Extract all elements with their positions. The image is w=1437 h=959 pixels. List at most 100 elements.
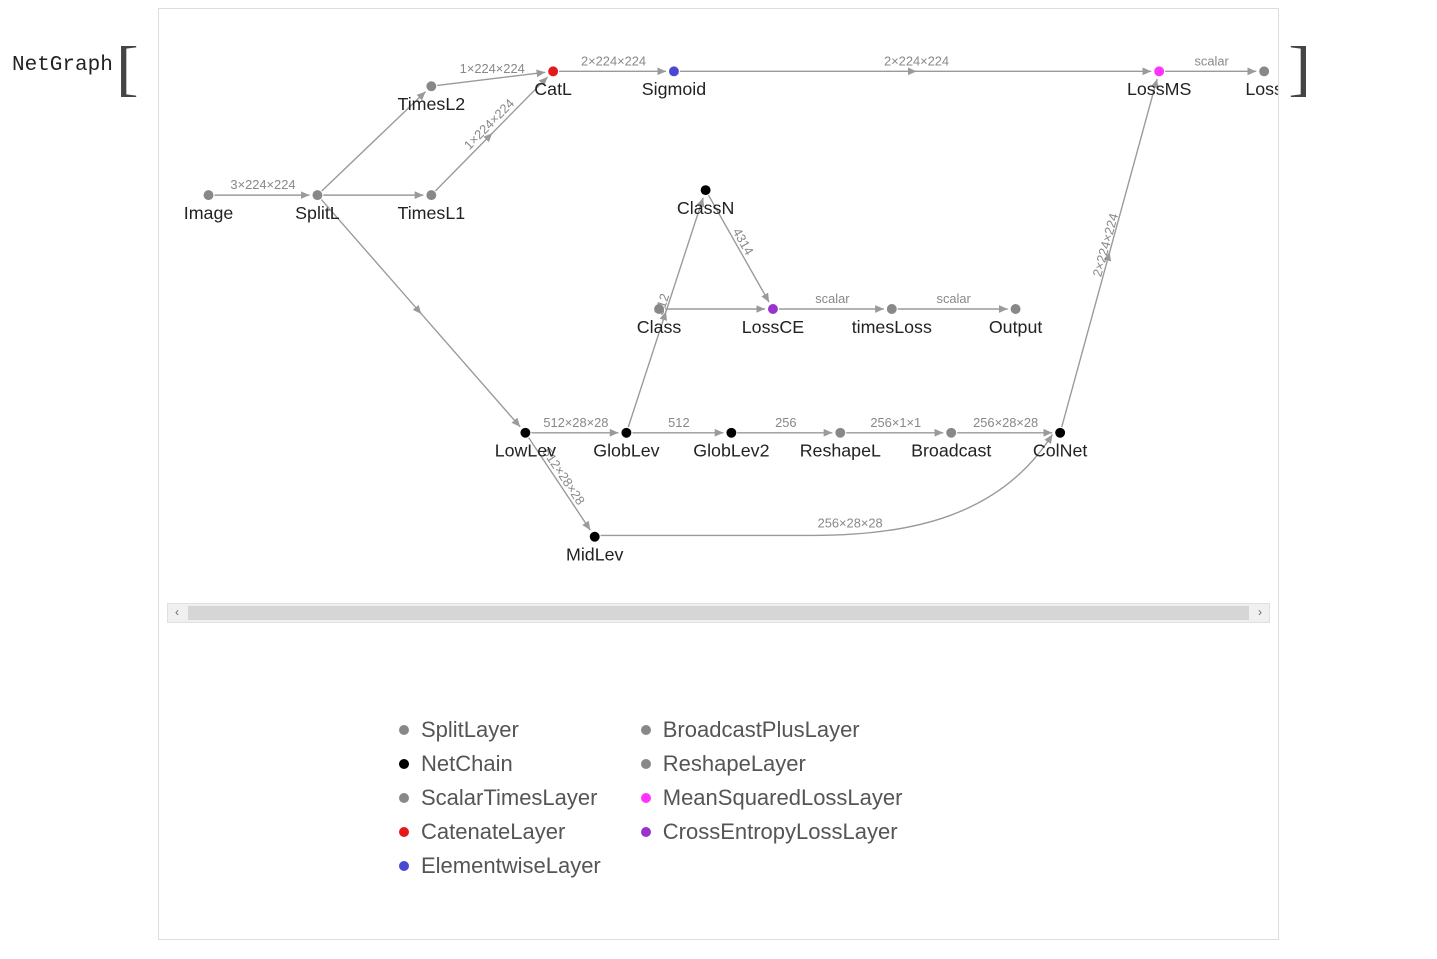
node-label-MidLev: MidLev: [566, 545, 624, 565]
legend-dot-icon: [641, 725, 651, 735]
node-label-Broadcast: Broadcast: [911, 441, 991, 461]
node-label-Image: Image: [184, 203, 234, 223]
node-CatL[interactable]: [548, 66, 558, 76]
legend-item: BroadcastPlusLayer: [641, 717, 903, 743]
legend-label: CatenateLayer: [421, 819, 565, 845]
node-label-ClassN: ClassN: [677, 198, 734, 218]
output-container: NetGraph [ ] 3×224×224 1×224×224 1×224×224…: [0, 0, 1437, 959]
legend-item: CrossEntropyLossLayer: [641, 819, 903, 845]
node-GlobLev[interactable]: [621, 428, 631, 438]
node-label-Loss: Loss: [1245, 79, 1278, 99]
legend-label: ScalarTimesLayer: [421, 785, 597, 811]
edge-label: 3×224×224: [230, 177, 295, 192]
node-Output[interactable]: [1011, 304, 1021, 314]
legend-dot-icon: [399, 861, 409, 871]
legend-item: NetChain: [399, 751, 601, 777]
node-label-TimesL1: TimesL1: [398, 203, 466, 223]
node-LossMS[interactable]: [1154, 66, 1164, 76]
bracket-right-icon: ]: [1288, 41, 1311, 96]
netgraph-header: NetGraph: [12, 54, 162, 77]
node-label-TimesL2: TimesL2: [398, 94, 466, 114]
legend-item: ReshapeLayer: [641, 751, 903, 777]
legend-item: ElementwiseLayer: [399, 853, 601, 879]
bracket-left-icon: [: [116, 41, 139, 96]
legend-label: NetChain: [421, 751, 513, 777]
node-label-LossCE: LossCE: [742, 317, 804, 337]
node-Broadcast[interactable]: [946, 428, 956, 438]
horizontal-scrollbar[interactable]: ‹ ›: [167, 603, 1270, 623]
node-label-Sigmoid: Sigmoid: [642, 79, 706, 99]
node-label-GlobLev2: GlobLev2: [693, 441, 769, 461]
node-GlobLev2[interactable]: [726, 428, 736, 438]
node-MidLev[interactable]: [590, 532, 600, 542]
node-label-ReshapeL: ReshapeL: [800, 441, 881, 461]
edge-midarrow: [419, 311, 422, 314]
node-SplitL[interactable]: [312, 190, 322, 200]
edge-label: 512: [668, 415, 689, 430]
node-Image[interactable]: [204, 190, 214, 200]
edge-label: 1×224×224: [460, 61, 525, 76]
node-label-LossMS: LossMS: [1127, 79, 1191, 99]
legend-item: SplitLayer: [399, 717, 601, 743]
scroll-left-button[interactable]: ‹: [168, 605, 186, 621]
edge-label: 1×224×224: [461, 96, 517, 153]
nodes-group: Image SplitL TimesL2 TimesL1 CatL Sigmoid Loss…: [184, 66, 1278, 564]
scroll-track[interactable]: [188, 606, 1249, 620]
edge-label: 256: [775, 415, 796, 430]
node-TimesL1[interactable]: [426, 190, 436, 200]
legend-label: CrossEntropyLossLayer: [663, 819, 898, 845]
legend-dot-icon: [641, 793, 651, 803]
node-Loss[interactable]: [1259, 66, 1269, 76]
node-label-Output: Output: [989, 317, 1043, 337]
legend-column-1: SplitLayer NetChain ScalarTimesLayer Catena…: [399, 717, 601, 879]
node-label-GlobLev: GlobLev: [593, 441, 659, 461]
node-label-CatL: CatL: [534, 79, 572, 99]
netgraph-svg[interactable]: 3×224×224 1×224×224 1×224×224 2×224×224 2×22…: [159, 9, 1278, 609]
legend-dot-icon: [399, 827, 409, 837]
legend-item: ScalarTimesLayer: [399, 785, 601, 811]
legend: SplitLayer NetChain ScalarTimesLayer Catena…: [399, 717, 1158, 879]
node-LowLev[interactable]: [520, 428, 530, 438]
edge-label: 256×1×1: [870, 415, 921, 430]
node-Sigmoid[interactable]: [669, 66, 679, 76]
edge-label: scalar: [1194, 53, 1229, 68]
legend-item: CatenateLayer: [399, 819, 601, 845]
edge-label: 256×28×28: [818, 516, 883, 531]
edge-label: 2×224×224: [1089, 212, 1121, 279]
node-LossCE[interactable]: [768, 304, 778, 314]
node-label-LowLev: LowLev: [495, 441, 556, 461]
scroll-right-button[interactable]: ›: [1251, 605, 1269, 621]
node-TimesL2[interactable]: [426, 81, 436, 91]
netgraph-title: NetGraph: [12, 54, 113, 77]
edge-label: scalar: [815, 291, 850, 306]
edge-label: 256×28×28: [973, 415, 1038, 430]
legend-label: ElementwiseLayer: [421, 853, 601, 879]
edge-label: 512×28×28: [543, 415, 608, 430]
node-label-timesLoss: timesLoss: [852, 317, 932, 337]
legend-dot-icon: [399, 759, 409, 769]
legend-dot-icon: [399, 793, 409, 803]
legend-label: MeanSquaredLossLayer: [663, 785, 903, 811]
edge-label: 2×224×224: [884, 53, 949, 68]
node-ReshapeL[interactable]: [835, 428, 845, 438]
node-label-SplitL: SplitL: [295, 203, 340, 223]
node-ClassN[interactable]: [701, 185, 711, 195]
diagram-frame: 3×224×224 1×224×224 1×224×224 2×224×224 2×22…: [158, 8, 1279, 940]
node-ColNet[interactable]: [1055, 428, 1065, 438]
legend-dot-icon: [641, 827, 651, 837]
edge-label: 4314: [730, 225, 757, 257]
node-label-Class: Class: [637, 317, 682, 337]
edge-label: scalar: [937, 291, 972, 306]
node-label-ColNet: ColNet: [1033, 441, 1087, 461]
legend-label: SplitLayer: [421, 717, 519, 743]
legend-column-2: BroadcastPlusLayer ReshapeLayer MeanSquare…: [641, 717, 903, 879]
legend-dot-icon: [399, 725, 409, 735]
edges-group: 3×224×224 1×224×224 1×224×224 2×224×224 2×22…: [214, 53, 1256, 535]
legend-label: ReshapeLayer: [663, 751, 806, 777]
node-Class[interactable]: [654, 304, 664, 314]
legend-dot-icon: [641, 759, 651, 769]
node-timesLoss[interactable]: [887, 304, 897, 314]
edge-label: 2×224×224: [581, 53, 646, 68]
legend-label: BroadcastPlusLayer: [663, 717, 860, 743]
legend-item: MeanSquaredLossLayer: [641, 785, 903, 811]
